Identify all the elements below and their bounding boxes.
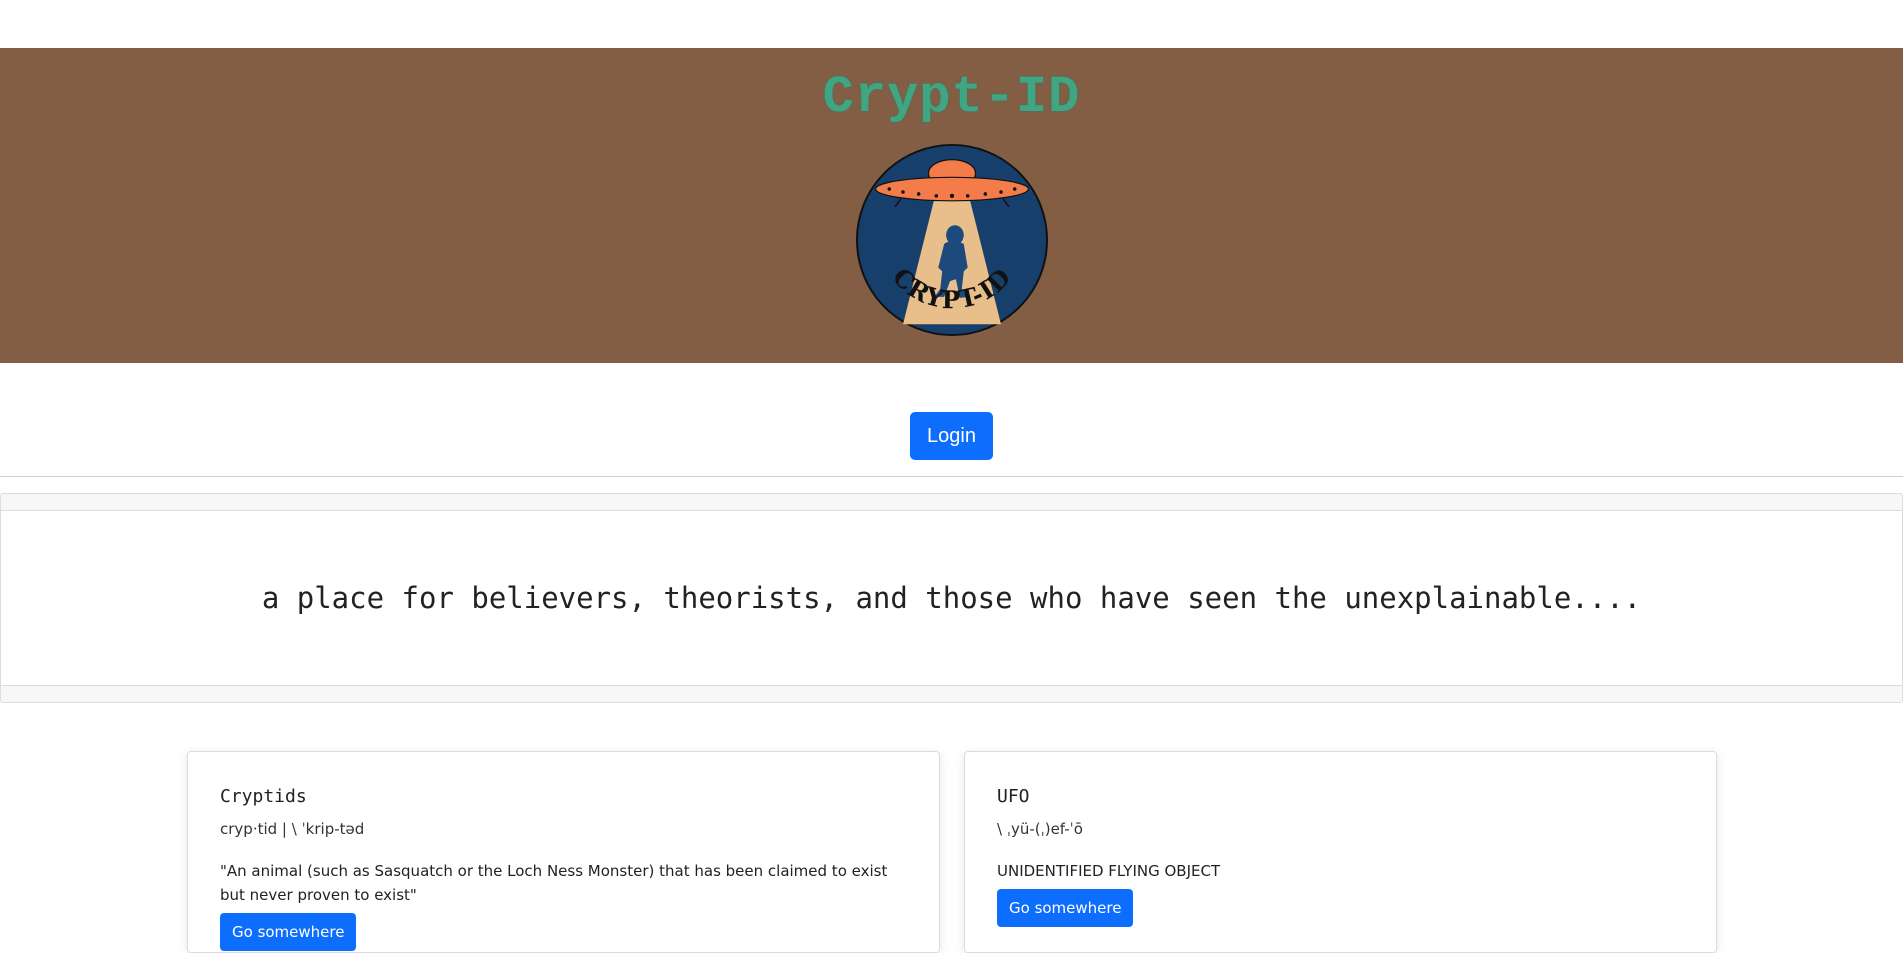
login-button[interactable]: Login: [910, 412, 993, 460]
card-cryptids: Cryptids cryp·tid | \ ˈkrip-təd "An anim…: [187, 751, 940, 953]
card-ufo: UFO \ ˌyü-(ˌ)ef-ˈō UNIDENTIFIED FLYING O…: [964, 751, 1717, 953]
card-title: UFO: [997, 786, 1030, 807]
tagline-panel: a place for believers, theorists, and th…: [1, 510, 1902, 686]
card-subtitle: cryp·tid | \ ˈkrip-təd: [220, 820, 365, 838]
go-somewhere-button[interactable]: Go somewhere: [997, 889, 1134, 927]
tagline-section: a place for believers, theorists, and th…: [0, 493, 1903, 703]
crypt-id-logo: CRYPT-ID: [855, 143, 1049, 337]
go-somewhere-button[interactable]: Go somewhere: [220, 913, 357, 951]
card-text: UNIDENTIFIED FLYING OBJECT: [997, 862, 1221, 880]
card-subtitle: \ ˌyü-(ˌ)ef-ˈō: [997, 820, 1083, 838]
card-text: "An animal (such as Sasquatch or the Loc…: [220, 862, 888, 904]
tagline-text: a place for believers, theorists, and th…: [261, 581, 1642, 615]
divider: [0, 476, 1903, 477]
site-title: Crypt-ID: [822, 68, 1081, 127]
card-title: Cryptids: [220, 786, 307, 807]
